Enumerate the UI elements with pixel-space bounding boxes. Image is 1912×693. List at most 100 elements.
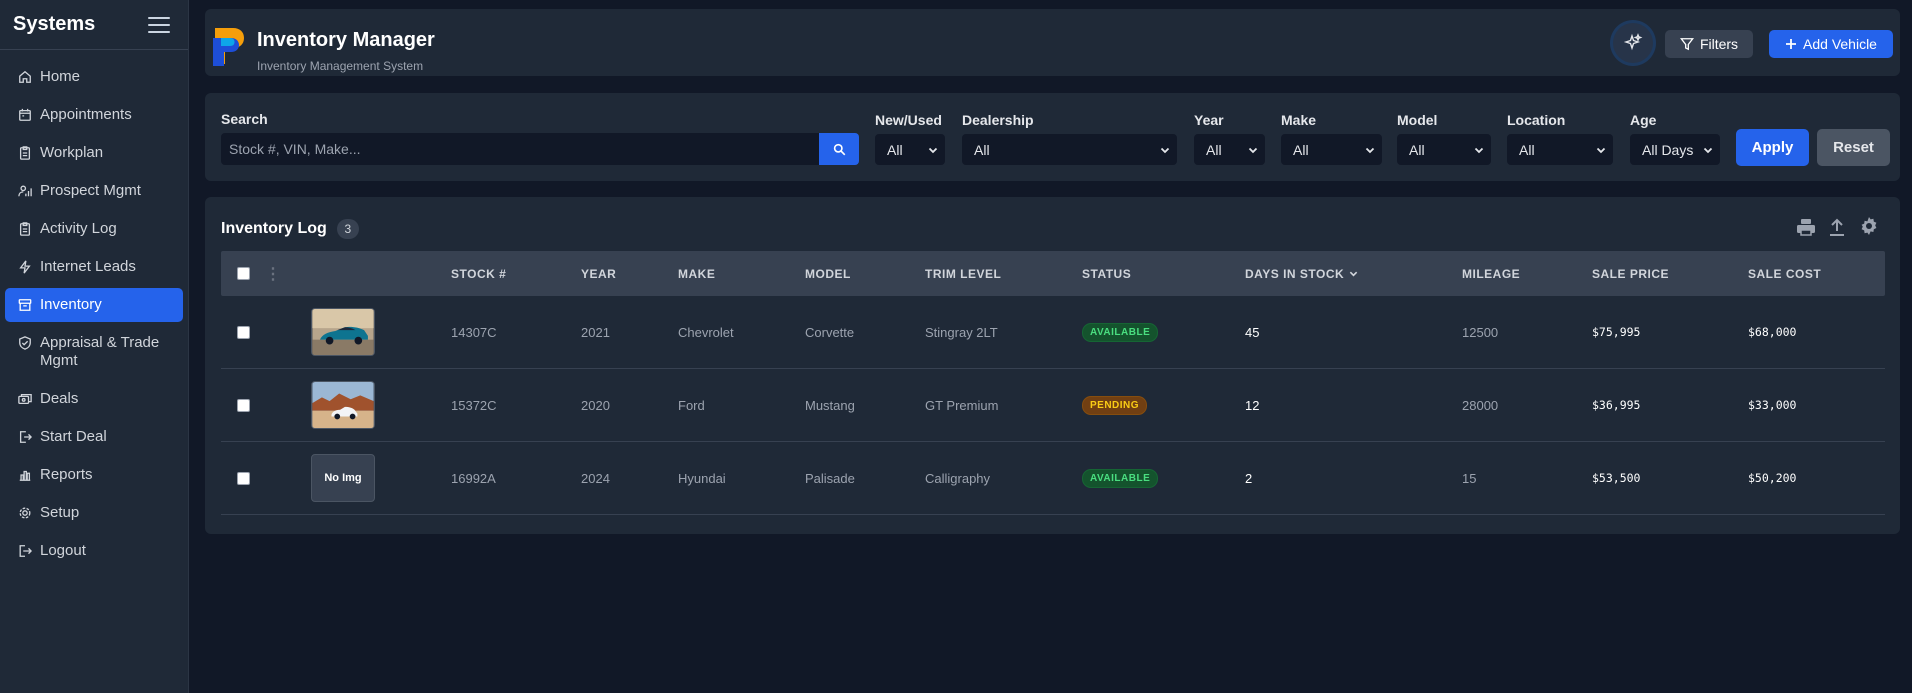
home-icon xyxy=(19,70,31,83)
sidebar-item-appointments[interactable]: Appointments xyxy=(5,98,183,132)
chevron-down-icon xyxy=(1248,147,1258,153)
year-select[interactable]: All xyxy=(1194,134,1265,165)
sidebar-item-home[interactable]: Home xyxy=(5,60,183,94)
reset-button[interactable]: Reset xyxy=(1817,129,1890,166)
sidebar-item-appraisal-trade[interactable]: Appraisal & Trade Mgmt xyxy=(5,326,183,378)
row-checkbox[interactable] xyxy=(237,325,250,339)
location-label: Location xyxy=(1507,112,1566,128)
cell-days: 2 xyxy=(1245,470,1253,486)
print-icon[interactable] xyxy=(1796,217,1816,237)
chevron-down-icon xyxy=(1474,147,1484,153)
row-checkbox[interactable] xyxy=(237,398,250,412)
col-days-label: DAYS IN STOCK xyxy=(1245,266,1345,281)
sort-chevron-icon xyxy=(1349,271,1358,277)
col-make[interactable]: MAKE xyxy=(678,251,715,296)
new-used-value: All xyxy=(887,141,903,158)
sidebar-item-deals[interactable]: Deals xyxy=(5,382,183,416)
ai-sparkle-button[interactable] xyxy=(1613,23,1653,63)
sidebar-item-inventory[interactable]: Inventory xyxy=(5,288,183,322)
sidebar-item-internet-leads[interactable]: Internet Leads xyxy=(5,250,183,284)
cell-make: Ford xyxy=(678,397,705,413)
sidebar-item-label: Prospect Mgmt xyxy=(40,182,141,199)
vehicle-thumbnail[interactable]: No Img xyxy=(311,442,375,514)
sidebar-item-label: Internet Leads xyxy=(40,258,136,275)
cell-sale-price: $53,500 xyxy=(1592,471,1641,485)
row-checkbox-cell xyxy=(237,296,250,368)
col-sale-cost[interactable]: SALE COST xyxy=(1748,251,1821,296)
sidebar-item-setup[interactable]: Setup xyxy=(5,496,183,530)
vehicle-thumbnail[interactable] xyxy=(311,296,375,368)
sidebar-item-prospect-mgmt[interactable]: Prospect Mgmt xyxy=(5,174,183,208)
cell-make: Chevrolet xyxy=(678,324,734,340)
col-model[interactable]: MODEL xyxy=(805,251,851,296)
vehicle-thumbnail[interactable] xyxy=(311,369,375,441)
row-checkbox-cell xyxy=(237,442,250,514)
sidebar-item-label: Logout xyxy=(40,542,86,559)
sidebar-nav: Home Appointments Workplan Prospect Mgmt… xyxy=(0,50,188,568)
dealership-label: Dealership xyxy=(962,112,1034,128)
drag-handle-icon[interactable]: ⋮ xyxy=(265,251,282,296)
sidebar-item-workplan[interactable]: Workplan xyxy=(5,136,183,170)
sidebar-item-start-deal[interactable]: Start Deal xyxy=(5,420,183,454)
sidebar-item-label: Inventory xyxy=(40,296,102,313)
clipboard-icon xyxy=(19,146,31,160)
status-badge: AVAILABLE xyxy=(1082,322,1159,342)
funnel-icon xyxy=(1679,38,1694,51)
col-trim[interactable]: TRIM LEVEL xyxy=(925,251,1001,296)
menu-toggle-icon[interactable] xyxy=(148,16,170,33)
filter-panel: Search Stock #, VIN, Make... New/Used Al… xyxy=(205,93,1900,181)
new-used-select[interactable]: All xyxy=(875,134,945,165)
cell-year: 2020 xyxy=(581,397,610,413)
page-subtitle: Inventory Management System xyxy=(257,59,424,73)
col-stock[interactable]: STOCK # xyxy=(451,251,506,296)
row-checkbox-cell xyxy=(237,369,250,441)
filters-button[interactable]: Filters xyxy=(1665,30,1753,58)
age-select[interactable]: All Days xyxy=(1630,134,1720,165)
cell-sale-cost: $33,000 xyxy=(1748,398,1797,412)
sparkle-icon xyxy=(1623,33,1643,51)
col-sale-price[interactable]: SALE PRICE xyxy=(1592,251,1669,296)
sidebar-item-label: Deals xyxy=(40,390,79,407)
sidebar-header: Systems xyxy=(0,0,188,50)
export-icon[interactable] xyxy=(1828,217,1846,237)
location-select[interactable]: All xyxy=(1507,134,1613,165)
col-mileage[interactable]: MILEAGE xyxy=(1462,251,1520,296)
age-value: All Days xyxy=(1642,141,1694,158)
sidebar-item-logout[interactable]: Logout xyxy=(5,534,183,568)
chevron-down-icon xyxy=(1160,147,1170,153)
select-all-checkbox[interactable] xyxy=(237,267,250,280)
filters-button-label: Filters xyxy=(1699,36,1739,52)
sidebar-item-reports[interactable]: Reports xyxy=(5,458,183,492)
search-button[interactable] xyxy=(819,133,859,165)
add-vehicle-button[interactable]: Add Vehicle xyxy=(1769,30,1893,58)
log-title-text: Inventory Log xyxy=(221,220,327,237)
bar-chart-icon xyxy=(19,470,31,481)
col-days-in-stock[interactable]: DAYS IN STOCK xyxy=(1245,251,1358,296)
select-all-checkbox-cell xyxy=(237,251,250,296)
col-year[interactable]: YEAR xyxy=(581,251,616,296)
apply-button[interactable]: Apply xyxy=(1736,129,1809,166)
row-checkbox[interactable] xyxy=(237,471,250,485)
plus-icon xyxy=(1786,39,1797,49)
table-row[interactable]: 15372C 2020 Ford Mustang GT Premium PEND… xyxy=(221,369,1885,442)
cell-stock: 15372C xyxy=(451,397,497,413)
cell-trim: GT Premium xyxy=(925,397,999,413)
year-label: Year xyxy=(1194,112,1224,128)
cell-year: 2024 xyxy=(581,470,610,486)
dealership-select[interactable]: All xyxy=(962,134,1177,165)
cell-sale-cost: $68,000 xyxy=(1748,325,1797,339)
model-select[interactable]: All xyxy=(1397,134,1491,165)
col-status[interactable]: STATUS xyxy=(1082,251,1131,296)
page-header: Inventory Manager Inventory Management S… xyxy=(205,9,1900,76)
search-input[interactable]: Stock #, VIN, Make... xyxy=(221,133,819,165)
table-row[interactable]: 14307C 2021 Chevrolet Corvette Stingray … xyxy=(221,296,1885,369)
make-select[interactable]: All xyxy=(1281,134,1382,165)
sidebar-item-label: Workplan xyxy=(40,144,104,161)
cell-status: AVAILABLE xyxy=(1082,296,1159,368)
sidebar-item-activity-log[interactable]: Activity Log xyxy=(5,212,183,246)
inventory-log-title: Inventory Log 3 xyxy=(221,219,359,239)
cell-sale-price: $75,995 xyxy=(1592,325,1641,339)
settings-icon[interactable] xyxy=(1860,217,1878,235)
table-row[interactable]: No Img 16992A 2024 Hyundai Palisade Call… xyxy=(221,442,1885,515)
enter-icon xyxy=(19,431,32,443)
